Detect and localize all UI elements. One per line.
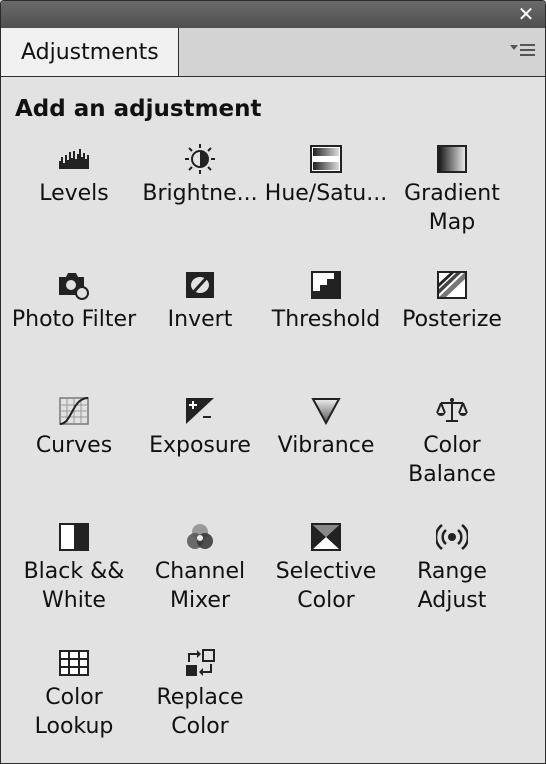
color-balance-icon — [436, 395, 468, 427]
range-adjust-icon — [434, 521, 470, 553]
adjustment-color-balance[interactable]: Color Balance — [389, 395, 515, 505]
tab-label: Adjustments — [21, 40, 159, 65]
color-lookup-icon — [58, 647, 90, 679]
section-heading: Add an adjustment — [15, 96, 262, 122]
replace-color-icon — [184, 647, 216, 679]
posterize-label: Posterize — [402, 307, 502, 332]
levels-icon — [58, 143, 90, 175]
adjustment-vibrance[interactable]: Vibrance — [263, 395, 389, 505]
adjustment-channel-mixer[interactable]: Channel Mixer — [137, 521, 263, 631]
exposure-icon — [184, 395, 216, 427]
color-balance-label: Color Balance — [408, 433, 496, 487]
adjustment-range-adjust[interactable]: Range Adjust — [389, 521, 515, 631]
adjustment-selective-color[interactable]: Selective Color — [263, 521, 389, 631]
photo-filter-icon — [58, 269, 90, 301]
adjustment-posterize[interactable]: Posterize — [389, 269, 515, 379]
adjustment-color-lookup[interactable]: Color Lookup — [11, 647, 137, 757]
curves-label: Curves — [35, 433, 113, 458]
tab-strip: Adjustments — [1, 28, 545, 77]
brightness-contrast-icon — [184, 143, 216, 175]
invert-icon — [184, 269, 216, 301]
adjustment-replace-color[interactable]: Replace Color — [137, 647, 263, 757]
hue-saturation-label: Hue/Satu... — [264, 181, 388, 206]
black-white-label: Black && White — [23, 559, 125, 613]
close-button[interactable]: ✕ — [515, 3, 537, 25]
selective-color-icon — [310, 521, 342, 553]
channel-mixer-icon — [184, 521, 216, 553]
photo-filter-label: Photo Filter — [11, 307, 137, 332]
hue-saturation-icon — [310, 143, 342, 175]
levels-label: Levels — [39, 181, 109, 206]
adjustment-brightness[interactable]: Brightne... — [137, 143, 263, 253]
selective-color-label: Selective Color — [275, 559, 377, 613]
adjustment-hue-saturation[interactable]: Hue/Satu... — [263, 143, 389, 253]
adjustment-photo-filter[interactable]: Photo Filter — [11, 269, 137, 379]
tab-adjustments[interactable]: Adjustments — [1, 28, 179, 76]
adjustments-panel: ✕ Adjustments Add an adjustment Levels B… — [0, 0, 546, 764]
vibrance-icon — [310, 395, 342, 427]
replace-color-label: Replace Color — [156, 685, 244, 739]
adjustment-gradient-map[interactable]: Gradient Map — [389, 143, 515, 253]
panel-title-bar[interactable]: ✕ — [1, 1, 545, 28]
vibrance-label: Vibrance — [277, 433, 375, 458]
brightness-label: Brightne... — [142, 181, 258, 206]
black-white-icon — [58, 521, 90, 553]
curves-icon — [58, 395, 90, 427]
adjustment-invert[interactable]: Invert — [137, 269, 263, 379]
threshold-icon — [310, 269, 342, 301]
adjustment-exposure[interactable]: Exposure — [137, 395, 263, 505]
adjustment-threshold[interactable]: Threshold — [263, 269, 389, 379]
adjustment-curves[interactable]: Curves — [11, 395, 137, 505]
threshold-label: Threshold — [271, 307, 381, 332]
gradient-map-icon — [436, 143, 468, 175]
exposure-label: Exposure — [149, 433, 251, 458]
color-lookup-label: Color Lookup — [34, 685, 114, 739]
gradient-map-label: Gradient Map — [404, 181, 500, 235]
posterize-icon — [436, 269, 468, 301]
channel-mixer-label: Channel Mixer — [154, 559, 246, 613]
adjustment-levels[interactable]: Levels — [11, 143, 137, 253]
panel-menu-icon — [510, 44, 535, 56]
invert-label: Invert — [167, 307, 233, 332]
panel-menu-button[interactable] — [509, 42, 537, 62]
adjustment-black-white[interactable]: Black && White — [11, 521, 137, 631]
range-adjust-label: Range Adjust — [417, 559, 487, 613]
